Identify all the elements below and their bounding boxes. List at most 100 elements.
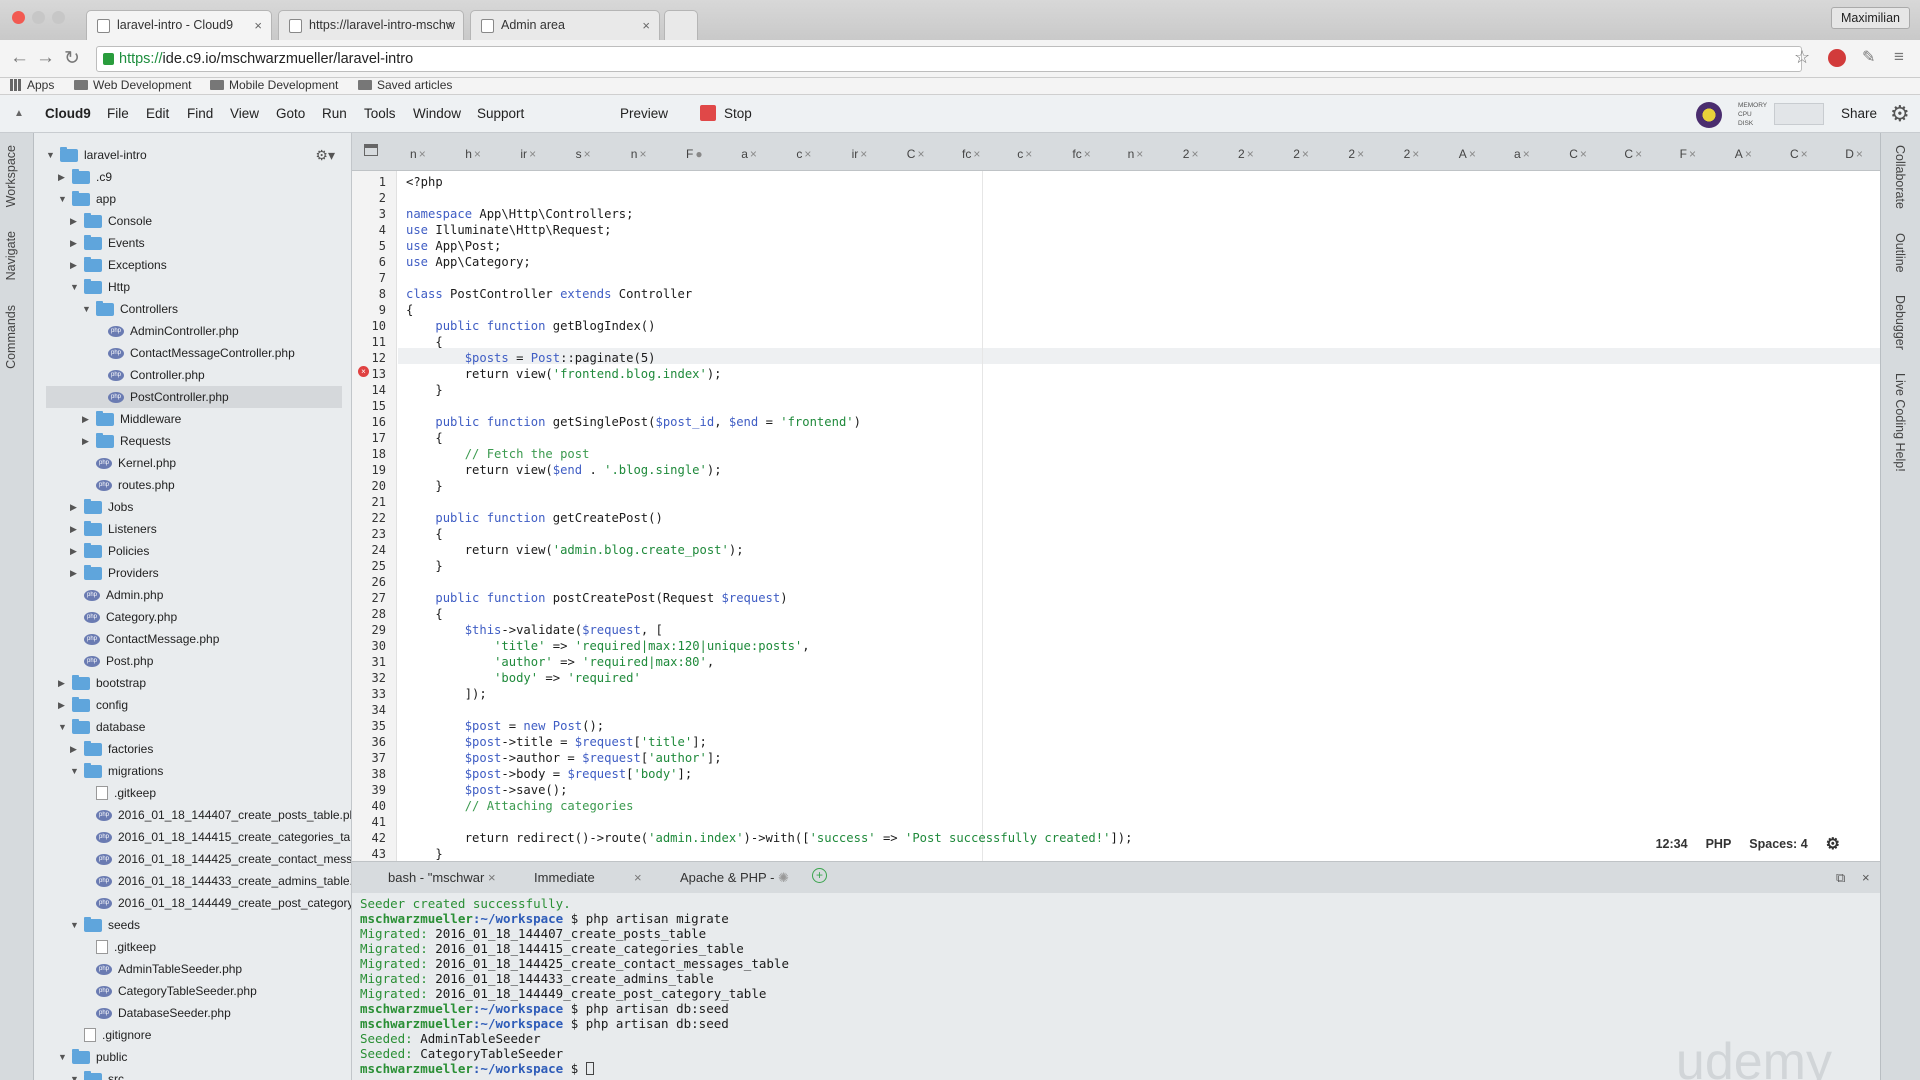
tree-file[interactable]: php 2016_01_18_144415_create_categories_t… bbox=[82, 826, 351, 848]
terminal-output[interactable]: Seeder created successfully. mschwarzmuel… bbox=[352, 893, 1880, 1080]
close-tab-icon[interactable]: × bbox=[917, 147, 924, 161]
new-tab-button[interactable] bbox=[664, 10, 698, 40]
collapse-menu-icon[interactable]: ▲ bbox=[14, 108, 24, 119]
browser-tab-admin[interactable]: Admin area × bbox=[470, 10, 660, 40]
panel-tab-navigate[interactable]: Navigate bbox=[4, 231, 18, 280]
line-number[interactable]: 36 bbox=[372, 735, 386, 749]
settings-gear-icon[interactable]: ⚙ bbox=[1890, 101, 1910, 127]
tree-file[interactable]: php Category.php bbox=[70, 606, 177, 628]
stop-button[interactable]: Stop bbox=[724, 106, 752, 121]
line-number[interactable]: 6 bbox=[379, 255, 386, 269]
tree-folder[interactable]: ▼ laravel-intro bbox=[46, 144, 147, 166]
line-number[interactable]: 34 bbox=[372, 703, 386, 717]
editor-tab[interactable]: ir × bbox=[520, 147, 536, 161]
tree-file[interactable]: php 2016_01_18_144407_create_posts_table.… bbox=[82, 804, 351, 826]
editor-tab[interactable]: a × bbox=[1514, 147, 1530, 161]
close-tab-icon[interactable]: × bbox=[1856, 147, 1863, 161]
tree-settings-gear-icon[interactable]: ⚙▾ bbox=[315, 147, 335, 164]
line-number[interactable]: 27 bbox=[372, 591, 386, 605]
preview-button[interactable]: Preview bbox=[620, 106, 668, 121]
line-number[interactable]: 18 bbox=[372, 447, 386, 461]
tab-menu-icon[interactable] bbox=[364, 144, 378, 156]
editor-tab[interactable]: F × bbox=[1680, 147, 1696, 161]
close-tab-icon[interactable]: × bbox=[1580, 147, 1587, 161]
line-number[interactable]: 5 bbox=[379, 239, 386, 253]
tree-folder[interactable]: ▶ Listeners bbox=[70, 518, 157, 540]
line-number[interactable]: 25 bbox=[372, 559, 386, 573]
close-tab-icon[interactable]: × bbox=[642, 18, 650, 33]
menu-run[interactable]: Run bbox=[322, 106, 347, 121]
tree-folder[interactable]: ▶ factories bbox=[70, 738, 153, 760]
line-number[interactable]: 33 bbox=[372, 687, 386, 701]
caret-down-icon[interactable]: ▼ bbox=[82, 304, 91, 314]
menu-file[interactable]: File bbox=[107, 106, 129, 121]
line-number[interactable]: 17 bbox=[372, 431, 386, 445]
line-number[interactable]: 28 bbox=[372, 607, 386, 621]
close-tab-icon[interactable]: × bbox=[419, 147, 426, 161]
editor-tab[interactable]: C × bbox=[1569, 147, 1587, 161]
close-tab-icon[interactable]: × bbox=[1025, 147, 1032, 161]
line-number[interactable]: 2 bbox=[379, 191, 386, 205]
line-number[interactable]: 10 bbox=[372, 319, 386, 333]
tree-file[interactable]: .gitignore bbox=[70, 1024, 151, 1046]
caret-right-icon[interactable]: ▶ bbox=[70, 568, 78, 579]
caret-right-icon[interactable]: ▶ bbox=[70, 216, 78, 227]
editor-settings-gear-icon[interactable]: ⚙ bbox=[1826, 834, 1840, 854]
tree-file[interactable]: php Admin.php bbox=[70, 584, 163, 606]
caret-down-icon[interactable]: ▼ bbox=[58, 722, 67, 732]
code-editor[interactable]: × 1 2 3 4 5 6 7 8 9 10 11 12 13 14 15 16 17 18 19 20 21 22 23 2… bbox=[352, 171, 1880, 861]
menu-goto[interactable]: Goto bbox=[276, 106, 305, 121]
browser-tab-cloud9[interactable]: laravel-intro - Cloud9 × bbox=[86, 10, 272, 40]
tree-file[interactable]: php Controller.php bbox=[94, 364, 205, 386]
close-console-icon[interactable]: × bbox=[1862, 870, 1870, 885]
tree-folder[interactable]: ▼ database bbox=[58, 716, 145, 738]
close-tab-icon[interactable]: × bbox=[804, 147, 811, 161]
line-number[interactable]: 42 bbox=[372, 831, 386, 845]
close-tab-icon[interactable]: × bbox=[1523, 147, 1530, 161]
line-number[interactable]: 16 bbox=[372, 415, 386, 429]
menu-edit[interactable]: Edit bbox=[146, 106, 169, 121]
tree-folder[interactable]: ▼ public bbox=[58, 1046, 127, 1068]
line-number[interactable]: 31 bbox=[372, 655, 386, 669]
editor-tab[interactable]: n × bbox=[631, 147, 647, 161]
caret-right-icon[interactable]: ▶ bbox=[58, 172, 66, 183]
tree-file[interactable]: php 2016_01_18_144449_create_post_categor… bbox=[82, 892, 351, 914]
browser-tab-preview[interactable]: https://laravel-intro-mschw × bbox=[278, 10, 464, 40]
line-number[interactable]: 22 bbox=[372, 511, 386, 525]
caret-down-icon[interactable]: ▼ bbox=[70, 766, 79, 776]
caret-right-icon[interactable]: ▶ bbox=[82, 436, 90, 447]
close-tab-icon[interactable]: × bbox=[1745, 147, 1752, 161]
browser-menu-icon[interactable]: ≡ bbox=[1894, 47, 1904, 67]
extension-tools-icon[interactable]: ✎ bbox=[1862, 47, 1875, 67]
menu-window[interactable]: Window bbox=[413, 106, 461, 121]
editor-tab[interactable]: h × bbox=[465, 147, 481, 161]
close-tab-icon[interactable]: × bbox=[1689, 147, 1696, 161]
console-tab-bash[interactable]: bash - "mschwar × bbox=[388, 870, 496, 885]
caret-down-icon[interactable]: ▼ bbox=[70, 282, 79, 292]
line-number[interactable]: 15 bbox=[372, 399, 386, 413]
line-number[interactable]: 21 bbox=[372, 495, 386, 509]
editor-tab[interactable]: n × bbox=[1128, 147, 1144, 161]
tree-file[interactable]: php Post.php bbox=[70, 650, 153, 672]
tree-folder[interactable]: ▼ Http bbox=[70, 276, 130, 298]
line-number[interactable]: 41 bbox=[372, 815, 386, 829]
close-tab-icon[interactable]: × bbox=[1136, 147, 1143, 161]
cloud9-menu[interactable]: Cloud9 bbox=[45, 106, 91, 121]
tree-folder[interactable]: ▶ Requests bbox=[82, 430, 171, 452]
bookmark-apps[interactable]: Apps bbox=[10, 78, 54, 92]
cursor-position[interactable]: 12:34 bbox=[1656, 837, 1688, 854]
caret-right-icon[interactable]: ▶ bbox=[70, 524, 78, 535]
bookmark-web-development[interactable]: Web Development bbox=[74, 78, 192, 92]
editor-tab[interactable]: a × bbox=[741, 147, 757, 161]
error-marker-icon[interactable]: × bbox=[358, 366, 369, 377]
tree-folder[interactable]: ▼ seeds bbox=[70, 914, 140, 936]
tree-file[interactable]: .gitkeep bbox=[82, 936, 156, 958]
syntax-mode[interactable]: PHP bbox=[1706, 837, 1732, 854]
menu-tools[interactable]: Tools bbox=[364, 106, 396, 121]
panel-tab-workspace[interactable]: Workspace bbox=[4, 145, 18, 207]
url-input[interactable]: https://ide.c9.io/mschwarzmueller/larave… bbox=[96, 46, 1802, 72]
tree-folder[interactable]: ▶ Console bbox=[70, 210, 152, 232]
panel-tab-debugger[interactable]: Debugger bbox=[1893, 295, 1907, 350]
editor-tab[interactable]: 2 × bbox=[1293, 147, 1309, 161]
line-number[interactable]: 19 bbox=[372, 463, 386, 477]
